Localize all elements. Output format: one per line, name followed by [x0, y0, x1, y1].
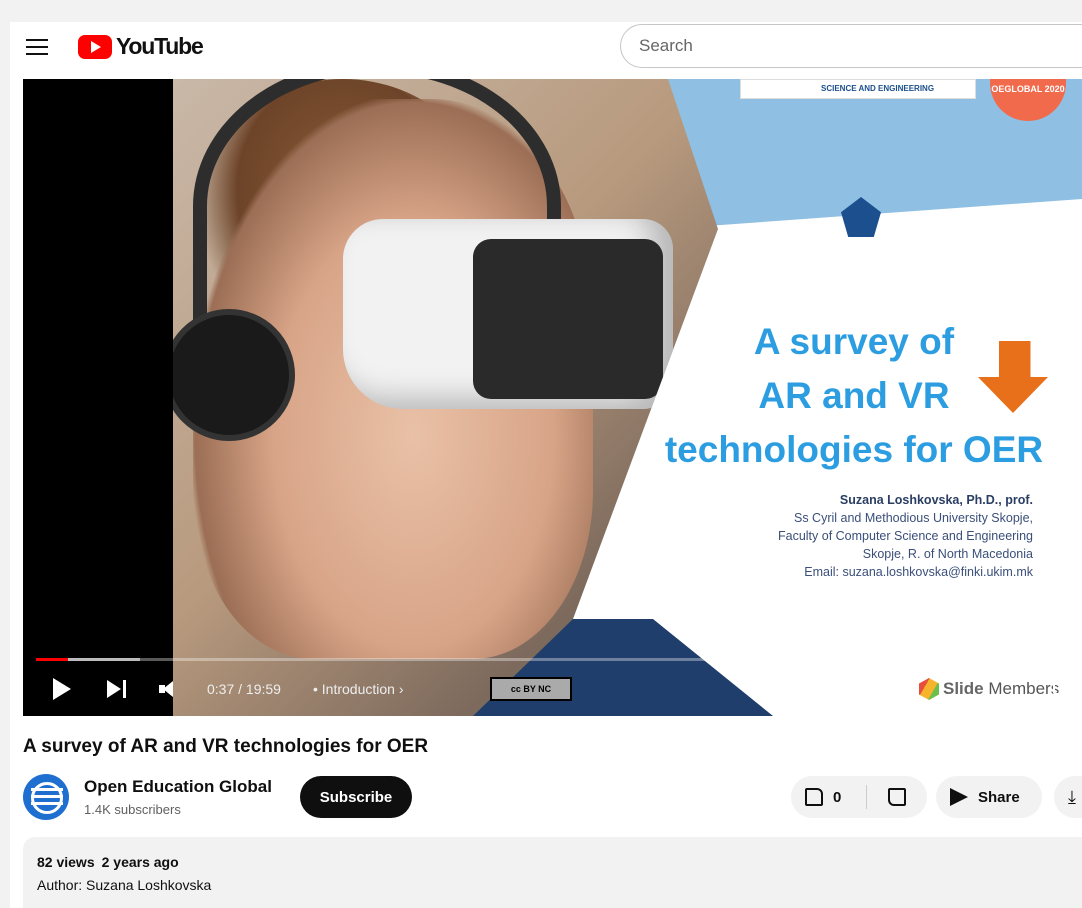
- cc-license-badge: cc BY NC: [490, 677, 572, 701]
- like-count: 0: [833, 788, 842, 806]
- like-icon: [805, 788, 823, 806]
- slide-title-line: technologies for OER: [664, 429, 1044, 470]
- chapter-button[interactable]: • Introduction ›: [313, 669, 404, 709]
- slide-members-text: Slide Members: [943, 679, 1059, 699]
- play-icon[interactable]: [53, 669, 75, 709]
- description-author: Author: Suzana Loshkovska: [37, 877, 212, 893]
- video-frame: SCIENCE AND ENGINEERING OEGLOBAL 2020 A …: [173, 79, 1082, 716]
- view-count: 82 views: [37, 854, 95, 870]
- camera-icon[interactable]: [1053, 681, 1073, 695]
- slide-members-logo-icon: [919, 678, 939, 700]
- share-label: Share: [978, 788, 1020, 806]
- progress-played: [36, 658, 69, 661]
- description-stats: 82 views 2 years ago: [37, 854, 179, 870]
- download-icon: ⤓: [1068, 786, 1076, 807]
- slide-affiliation: Ss Cyril and Methodious University Skopj…: [794, 511, 1033, 525]
- slide-author-name: Suzana Loshkovska, Ph.D., prof.: [839, 493, 1033, 507]
- dislike-icon: [888, 788, 906, 806]
- time-display: 0:37 / 19:59: [207, 681, 281, 697]
- logo-text: YouTube: [116, 33, 204, 59]
- photo-headset-front: [473, 239, 663, 399]
- channel-avatar[interactable]: [23, 774, 69, 820]
- progress-bar[interactable]: [36, 658, 1082, 661]
- like-dislike-group: 0: [791, 776, 927, 818]
- search-box: [620, 24, 1082, 68]
- description-box[interactable]: 82 views 2 years ago Author: Suzana Loshk…: [23, 837, 1082, 908]
- channel-name[interactable]: Open Education Global: [84, 777, 272, 797]
- menu-icon[interactable]: [26, 38, 48, 56]
- youtube-logo[interactable]: YouTube: [78, 33, 204, 60]
- share-button[interactable]: Share: [936, 776, 1042, 818]
- search-input[interactable]: [621, 25, 1079, 67]
- slide-affiliation: Faculty of Computer Science and Engineer…: [777, 529, 1033, 543]
- dislike-button[interactable]: [867, 776, 927, 818]
- video-title: A survey of AR and VR technologies for O…: [23, 736, 429, 757]
- slide-members-watermark: Slide Members: [919, 672, 1059, 706]
- slide-email: Email: suzana.loshkovska@finki.ukim.mk: [804, 565, 1033, 579]
- brand-rest: Members: [983, 679, 1060, 698]
- subscribe-button[interactable]: Subscribe: [300, 776, 412, 818]
- slide-title-line: A survey of: [753, 321, 955, 362]
- slide-author-block: Suzana Loshkovska, Ph.D., prof. Ss Cyril…: [693, 491, 1033, 581]
- subscriber-count: 1.4K subscribers: [84, 802, 181, 817]
- video-player[interactable]: SCIENCE AND ENGINEERING OEGLOBAL 2020 A …: [23, 79, 1082, 716]
- volume-icon[interactable]: [159, 669, 185, 709]
- slide-institution-logo: SCIENCE AND ENGINEERING: [740, 79, 976, 99]
- next-icon[interactable]: [107, 669, 131, 709]
- youtube-play-icon: [78, 34, 112, 59]
- like-button[interactable]: 0: [791, 776, 865, 818]
- youtube-page: YouTube SCIENCE AND ENGINEERING OEGLOBAL…: [10, 22, 1082, 908]
- slide-affiliation: Skopje, R. of North Macedonia: [862, 547, 1033, 561]
- brand-bold: Slide: [943, 679, 984, 698]
- upload-age: 2 years ago: [101, 854, 179, 870]
- download-button[interactable]: ⤓: [1054, 776, 1082, 818]
- player-controls: 0:37 / 19:59 • Introduction › cc BY NC S…: [23, 669, 1082, 709]
- share-icon: [950, 788, 968, 806]
